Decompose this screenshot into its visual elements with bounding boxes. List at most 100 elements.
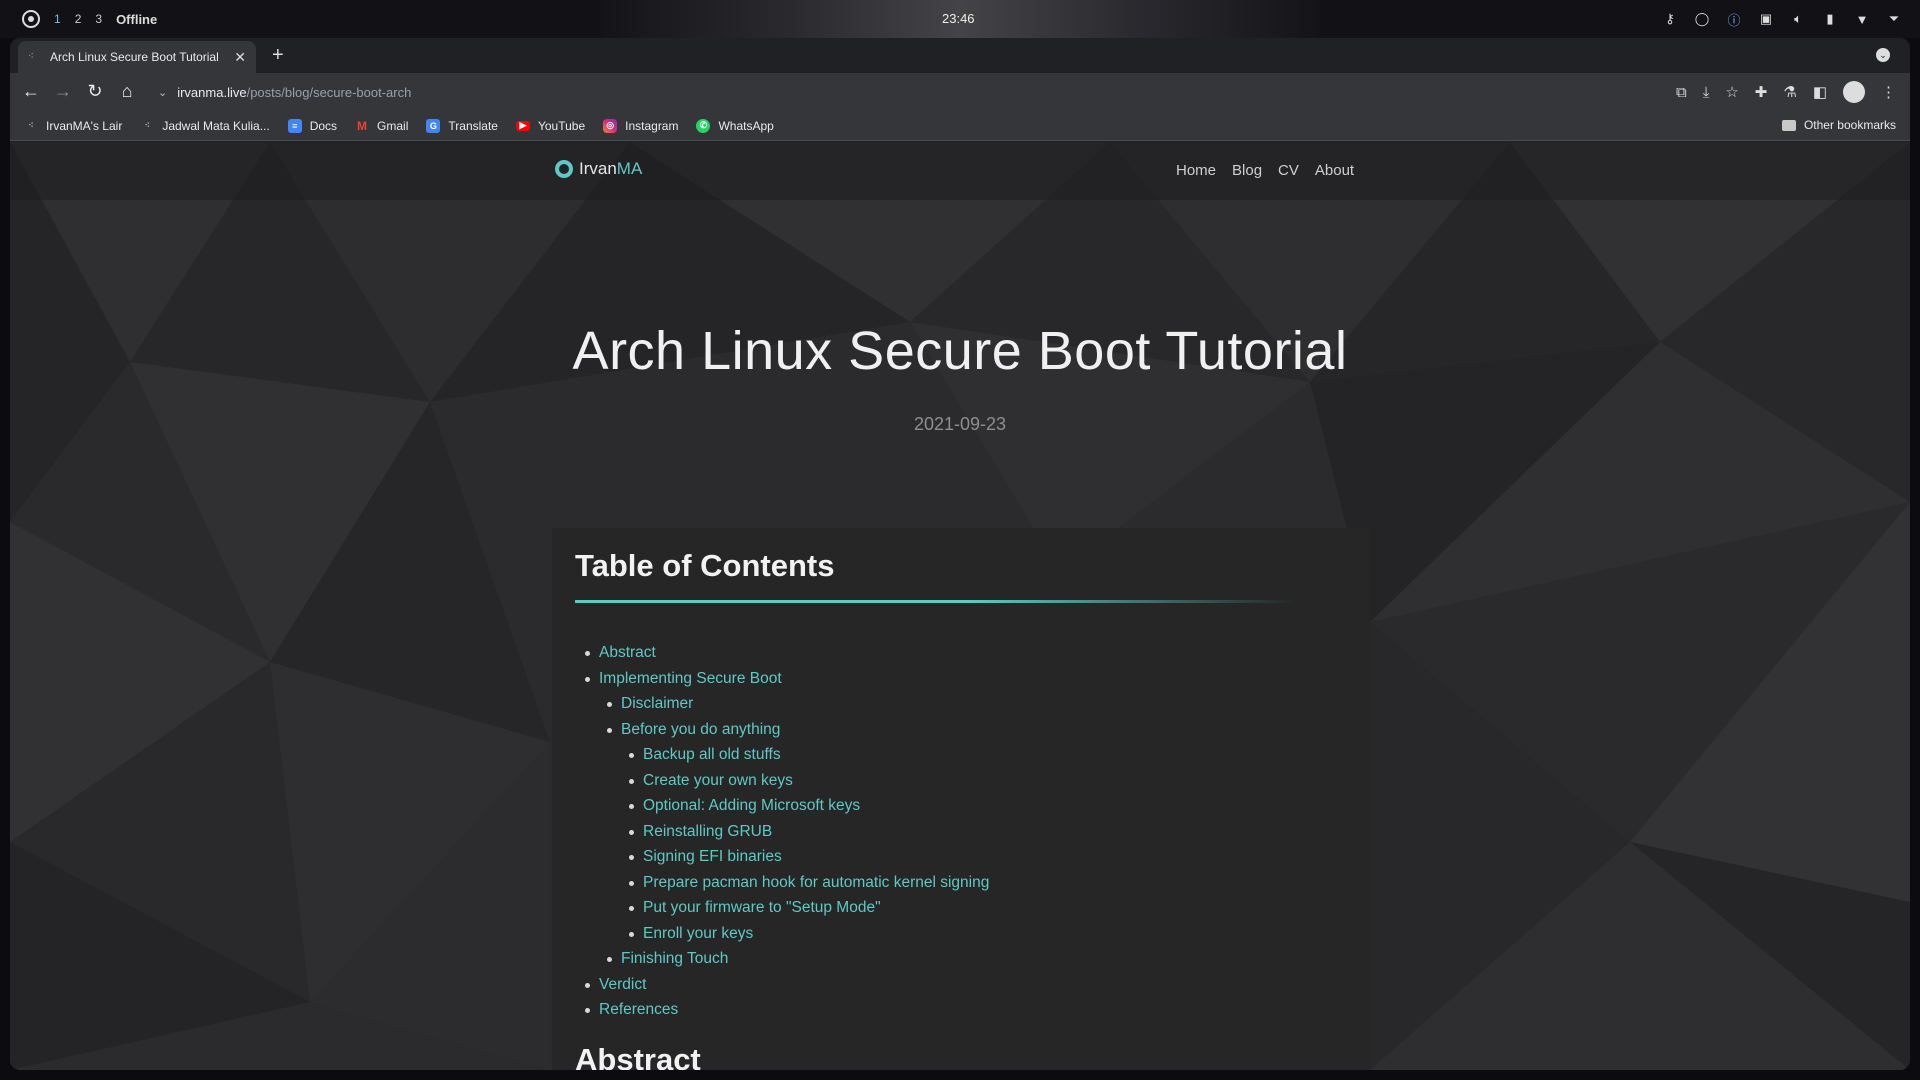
toolbar-actions: ⧉ ⤓ ☆ ✚ ⚗ ◧ ⋮ [1676,81,1896,103]
folder-icon [1781,119,1796,131]
workspace-2[interactable]: 2 [75,12,82,26]
tab-strip: ⁖ Arch Linux Secure Boot Tutorial ✕ + ⌄ [10,38,1910,73]
bookmark-label: Gmail [377,118,409,133]
toc-create-keys[interactable]: Create your own keys [577,768,989,794]
bookmark-instagram[interactable]: ◎ Instagram [603,118,679,133]
nav-blog[interactable]: Blog [1232,162,1262,179]
toc-microsoft-keys[interactable]: Optional: Adding Microsoft keys [577,793,989,819]
web-page: Irvan MA Home Blog CV About Arch Linux Se… [10,142,1910,1070]
reload-icon[interactable]: ↻ [84,81,106,102]
site-favicon-icon: ⁖ [28,51,34,62]
site-nav: Home Blog CV About [1176,162,1354,179]
toc-pacman-hook[interactable]: Prepare pacman hook for automatic kernel… [577,870,989,896]
toc-backup[interactable]: Backup all old stuffs [577,742,989,768]
site-favicon-icon: ⁖ [144,120,150,130]
bookmark-youtube[interactable]: ▶ YouTube [515,118,586,133]
avatar[interactable] [1843,81,1865,103]
bookmark-label: Docs [309,118,338,133]
system-top-bar: 1 2 3 Offline 23:46 ⚷ ◯ ⓘ ▣ 🔈︎ ▮ ▼ ⏷ [0,0,1920,38]
site-favicon-icon: ⁖ [28,120,34,130]
bookmark-label: IrvanMA's Lair [46,118,123,133]
toc-abstract[interactable]: Abstract [577,640,989,666]
bookmark-jadwal[interactable]: ⁖ Jadwal Mata Kulia... [140,118,270,133]
launcher-icon[interactable] [22,10,40,28]
bookmark-label: Jadwal Mata Kulia... [162,118,270,133]
toc-setup-mode[interactable]: Put your firmware to "Setup Mode" [577,895,989,921]
url-path: /posts/blog/secure-boot-arch [246,84,412,100]
toc-implementing-secure-boot[interactable]: Implementing Secure Boot [577,666,989,692]
instagram-icon: ◎ [603,118,618,133]
clipboard-icon[interactable]: ▣ [1758,11,1774,27]
side-panel-icon[interactable]: ◧ [1813,83,1827,101]
toc-before-you-do-anything[interactable]: Before you do anything [577,717,989,743]
circle-icon[interactable]: ◯ [1694,11,1710,27]
site-info-icon[interactable]: ⌄ [158,86,167,99]
back-icon[interactable]: ← [20,81,42,102]
forward-icon[interactable]: → [52,81,74,102]
install-icon[interactable]: ⤓ [1703,84,1710,101]
labs-icon[interactable]: ⚗ [1783,83,1796,101]
address-bar[interactable]: ⌄ irvanma.live /posts/blog/secure-boot-a… [158,79,1628,105]
extensions-icon[interactable]: ✚ [1755,83,1768,101]
bookmark-irvanma-lair[interactable]: ⁖ IrvanMA's Lair [24,119,122,133]
site-header: Irvan MA Home Blog CV About [10,142,1910,200]
network-status: Offline [116,11,158,27]
post-date: 2021-09-23 [913,414,1007,434]
battery-icon[interactable]: ▮ [1822,11,1838,27]
open-in-app-icon[interactable]: ⧉ [1676,84,1687,101]
toc-finishing-touch[interactable]: Finishing Touch [577,946,989,972]
bookmark-translate[interactable]: G Translate [426,118,498,133]
bookmark-star-icon[interactable]: ☆ [1725,83,1738,101]
bookmarks-bar: ⁖ IrvanMA's Lair ⁖ Jadwal Mata Kulia... … [10,111,1910,141]
clock[interactable]: 23:46 [942,11,975,26]
toc-heading: Table of Contents [575,548,835,583]
close-icon[interactable]: ✕ [234,49,246,66]
new-tab-button[interactable]: + [272,44,284,67]
workspace-1[interactable]: 1 [54,12,61,26]
other-bookmarks-label: Other bookmarks [1803,118,1896,132]
bookmark-gmail[interactable]: M Gmail [355,119,408,133]
other-bookmarks[interactable]: Other bookmarks [1781,118,1896,132]
url-host: irvanma.live [177,84,247,100]
site-logo[interactable]: Irvan MA [555,159,642,179]
nav-home[interactable]: Home [1176,162,1216,179]
toc-signing-efi[interactable]: Signing EFI binaries [577,844,989,870]
table-of-contents: Abstract Implementing Secure Boot Discla… [577,640,989,1023]
toc-verdict[interactable]: Verdict [577,972,989,998]
system-tray: ⚷ ◯ ⓘ ▣ 🔈︎ ▮ ▼ ⏷ [1662,0,1902,38]
home-icon[interactable]: ⌂ [116,81,138,102]
bookmark-whatsapp[interactable]: ✆ WhatsApp [696,118,774,133]
bookmark-label: Translate [448,118,498,133]
key-icon[interactable]: ⚷ [1662,11,1678,27]
toc-enroll-keys[interactable]: Enroll your keys [577,921,989,947]
toc-disclaimer[interactable]: Disclaimer [577,691,989,717]
bookmark-label: WhatsApp [718,118,774,133]
wifi-icon[interactable]: ▼ [1854,11,1870,27]
post-title: Arch Linux Secure Boot Tutorial [572,321,1348,381]
nav-cv[interactable]: CV [1278,162,1299,179]
translate-icon: G [426,118,441,133]
youtube-icon: ▶ [515,120,530,131]
menu-icon[interactable]: ⋮ [1881,83,1896,101]
heading-underline [575,600,1295,603]
logo-ring-icon [555,160,573,178]
system-left-area: 1 2 3 Offline [22,0,157,38]
workspace-3[interactable]: 3 [95,12,102,26]
post-content: Table of Contents Abstract Implementing … [552,528,1370,1070]
browser-toolbar: ← → ↻ ⌂ ⌄ irvanma.live /posts/blog/secur… [10,73,1910,111]
brand-name: Irvan [579,159,617,178]
info-icon[interactable]: ⓘ [1726,11,1742,28]
toc-references[interactable]: References [577,997,989,1023]
tab-title: Arch Linux Secure Boot Tutorial [50,50,219,64]
nav-about[interactable]: About [1315,162,1354,179]
bookmark-label: YouTube [537,118,586,133]
tab-search-icon[interactable]: ⌄ [1876,48,1890,62]
toc-reinstalling-grub[interactable]: Reinstalling GRUB [577,819,989,845]
whatsapp-icon: ✆ [696,118,711,133]
bookmark-docs[interactable]: ≡ Docs [287,118,338,133]
bookmark-label: Instagram [625,118,679,133]
chevron-down-icon[interactable]: ⏷ [1886,11,1902,27]
tab-active[interactable]: ⁖ Arch Linux Secure Boot Tutorial ✕ [18,41,256,73]
volume-icon[interactable]: 🔈︎ [1790,11,1806,27]
browser-window: ⁖ Arch Linux Secure Boot Tutorial ✕ + ⌄ … [10,38,1910,1070]
